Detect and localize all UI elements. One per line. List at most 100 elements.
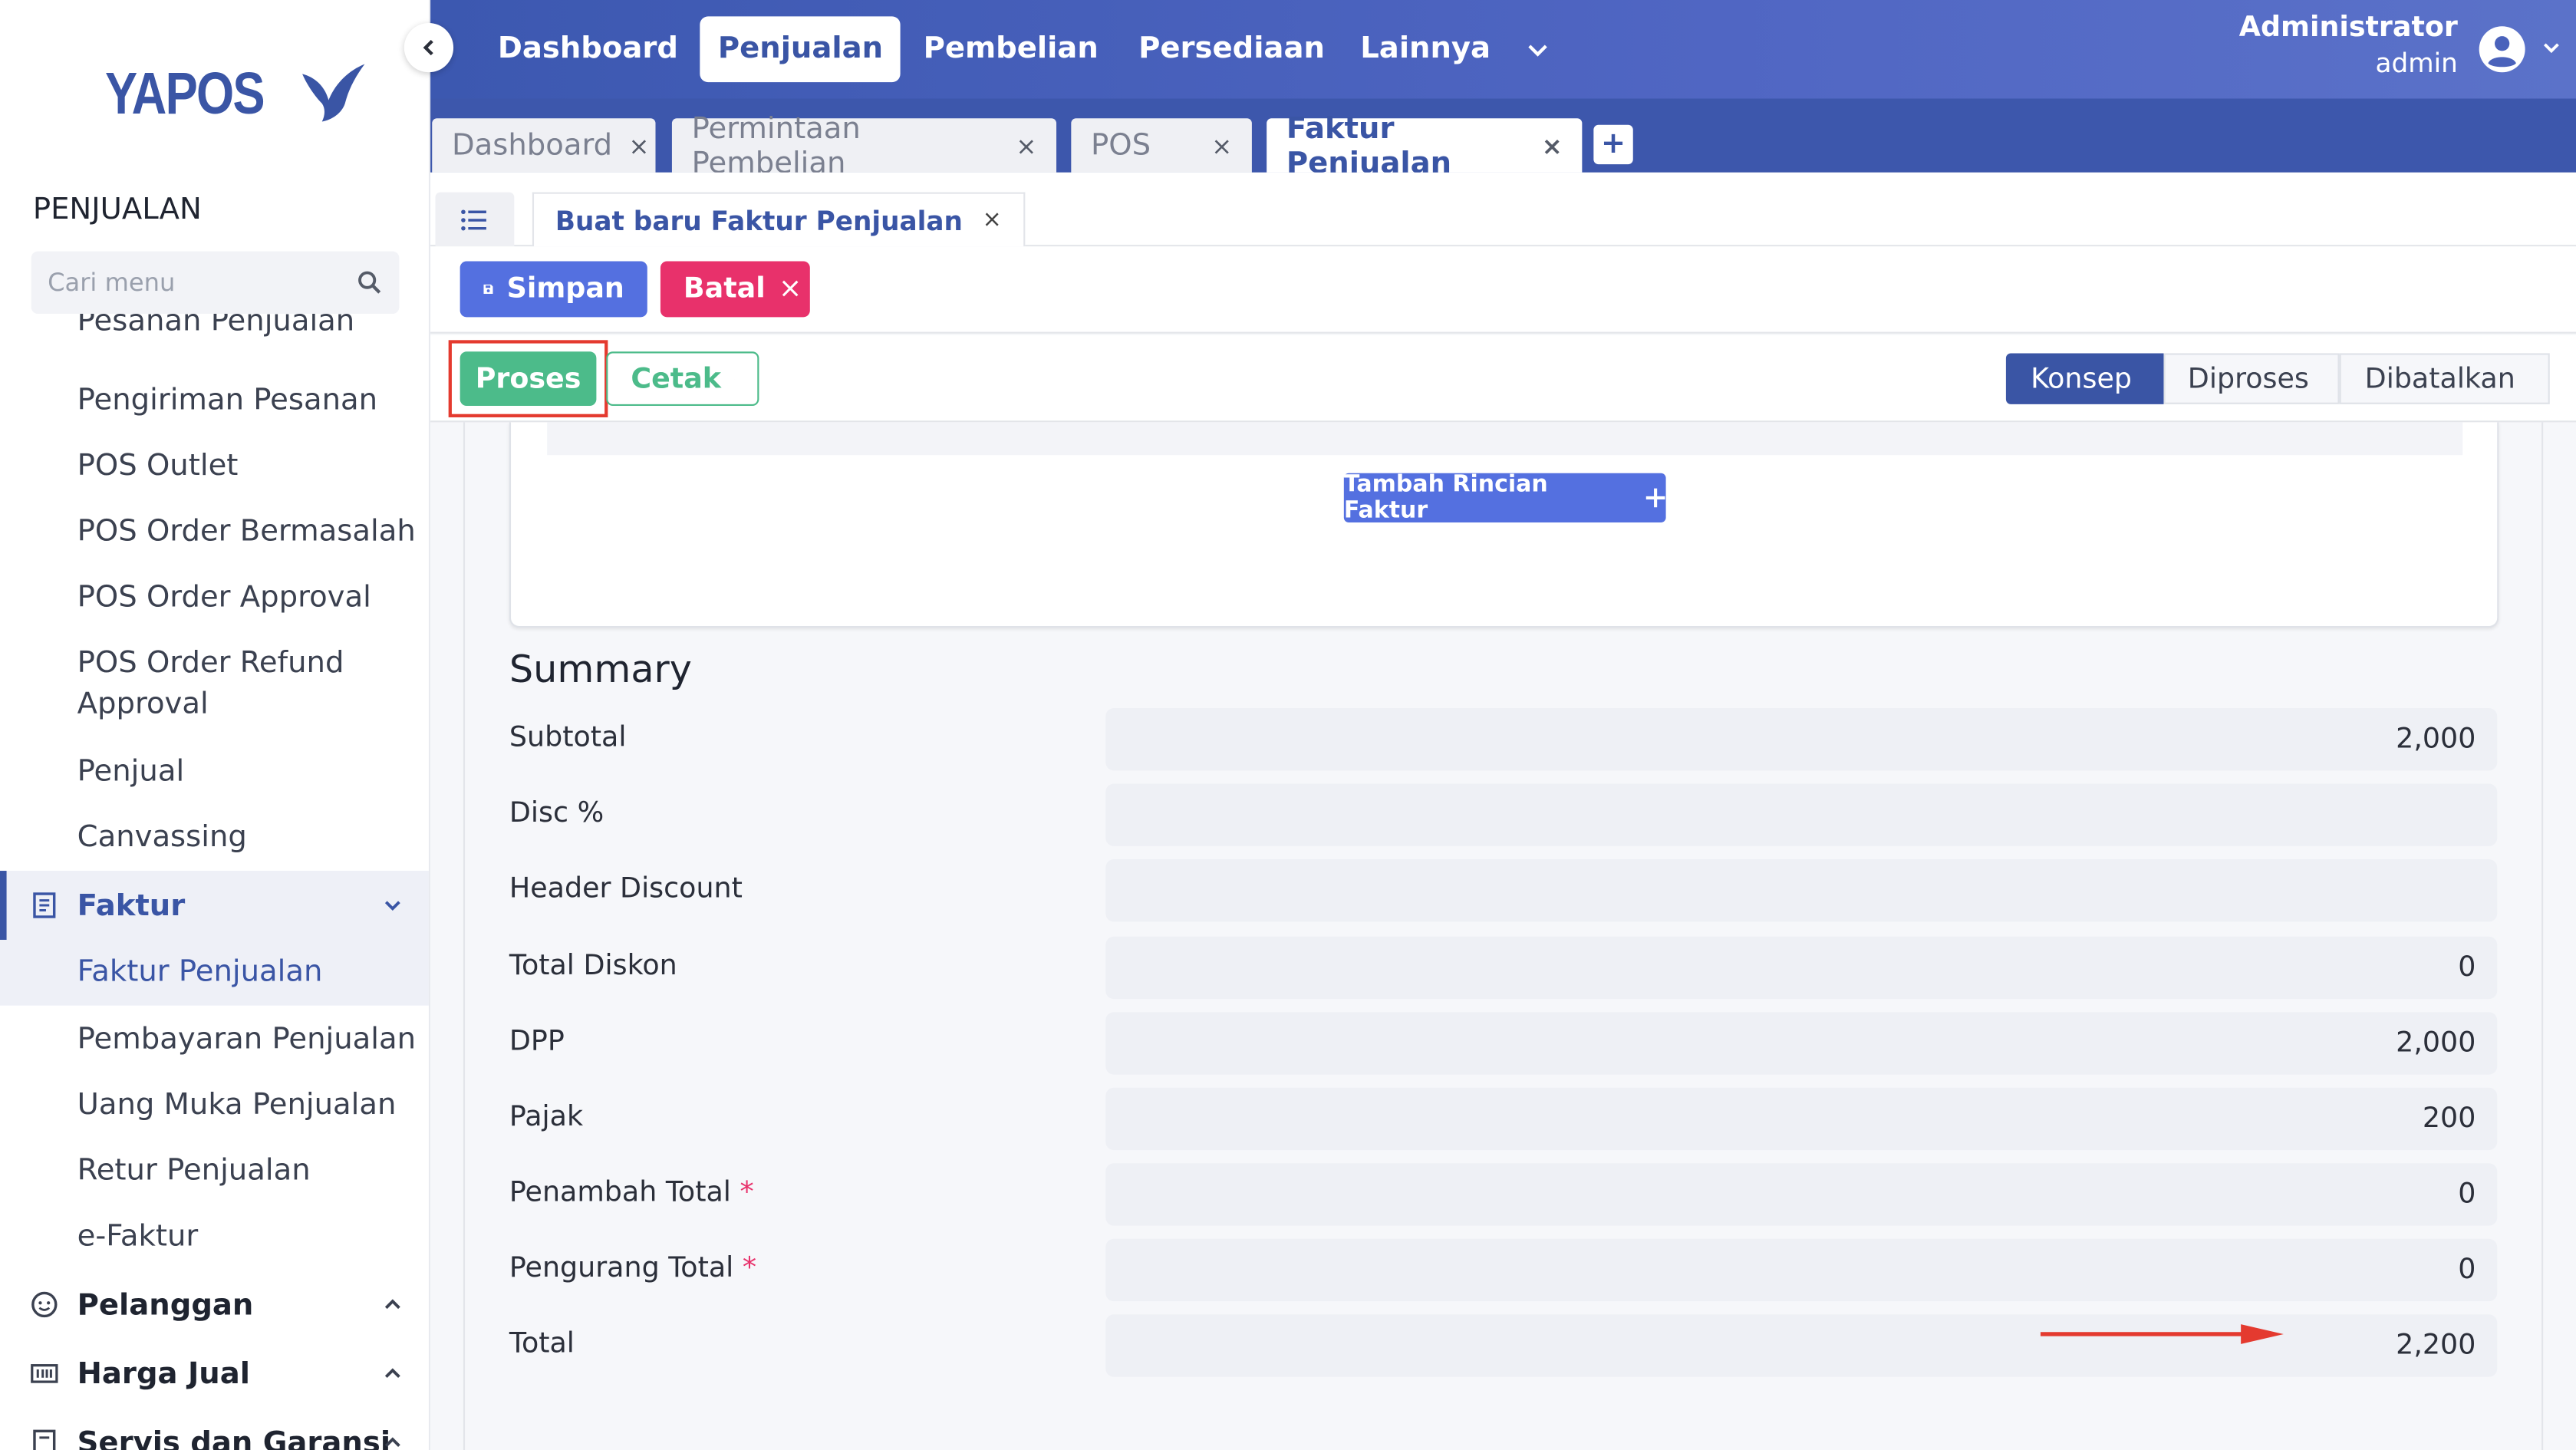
status-step-diproses: Diproses [2163,353,2340,404]
cancel-label: Batal [683,272,766,306]
total-field[interactable]: 2,200 [1105,1314,2498,1377]
status-step-konsep: Konsep [2005,353,2163,404]
sidebar-section-title: PENJUALAN [32,192,202,227]
sidebar-item-retur-penjualan[interactable]: Retur Penjualan [77,1150,311,1191]
floppy-disk-icon [483,284,493,294]
annotation-highlight-box [448,340,608,417]
dpp-field[interactable]: 2,000 [1105,1012,2498,1075]
open-tabs-bar: Dashboard × Permintaan Pembelian × POS ×… [430,98,2576,180]
menu-search[interactable]: Cari menu [31,251,400,315]
nav-dashboard[interactable]: Dashboard [479,16,696,82]
tax-field[interactable]: 200 [1105,1087,2498,1151]
close-icon[interactable]: × [1542,130,1563,160]
tab-label: Faktur Penjualan [1286,110,1452,180]
app-root: YAPOS PENJUALAN Cari menu Pesanan Penjua… [0,0,2576,1450]
sidebar-collapse-button[interactable] [404,22,454,73]
close-icon[interactable]: × [983,207,1002,233]
sidebar: YAPOS PENJUALAN Cari menu Pesanan Penjua… [0,0,431,1450]
document-icon [33,1429,56,1450]
sidebar-item-pembayaran-penjualan[interactable]: Pembayaran Penjualan [77,1019,416,1060]
close-icon[interactable]: × [1016,130,1036,160]
save-button[interactable]: Simpan [460,261,647,318]
sidebar-item-penjual[interactable]: Penjual [77,751,185,793]
summary-title: Summary [509,648,692,692]
nav-lainnya[interactable]: Lainnya [1342,16,1509,82]
list-view-button[interactable] [435,192,515,247]
invoice-details-card: Tambah Rincian Faktur [509,422,2499,628]
open-tab-dashboard[interactable]: Dashboard × [432,118,656,173]
close-icon[interactable]: × [1211,130,1232,160]
summary-label: Disc % [509,796,604,830]
tab-label: POS [1091,128,1151,163]
summary-label: Pajak [509,1100,584,1134]
summary-label: DPP [509,1025,565,1059]
user-role: admin [2375,48,2458,79]
sidebar-item-uang-muka-penjualan[interactable]: Uang Muka Penjualan [77,1084,397,1125]
user-info[interactable]: Administrator admin [2239,10,2458,82]
sidebar-item-canvassing[interactable]: Canvassing [77,816,247,858]
addition-total-field[interactable]: 0 [1105,1163,2498,1226]
sidebar-group-label: Servis dan Garansi [77,1425,391,1450]
user-name: Administrator [2238,11,2458,44]
nav-persediaan[interactable]: Persediaan [1121,16,1343,82]
sidebar-item-e-faktur[interactable]: e-Faktur [77,1216,199,1257]
sidebar-group-pelanggan[interactable]: Pelanggan [0,1270,429,1339]
brand-logo[interactable]: YAPOS [105,59,367,128]
summary-label: Header Discount [509,872,743,906]
subtab-buat-baru-faktur[interactable]: Buat baru Faktur Penjualan × [532,192,1025,247]
status-step-dibatalkan: Dibatalkan [2340,353,2550,404]
summary-row-total-diskon: Total Diskon 0 [509,936,2498,1000]
summary-row-subtotal: Subtotal 2,000 [509,708,2498,771]
open-tab-permintaan-pembelian[interactable]: Permintaan Pembelian × [671,111,1057,180]
open-tab-pos[interactable]: POS × [1071,118,1252,173]
add-tab-button[interactable]: + [1593,124,1633,165]
sidebar-group-harga-jual[interactable]: Harga Jual [0,1339,429,1408]
nav-penjualan[interactable]: Penjualan [700,16,901,83]
required-mark: * [740,1176,754,1210]
chevron-down-icon [384,901,400,911]
nav-pembelian[interactable]: Pembelian [905,16,1116,82]
header-discount-field[interactable] [1105,859,2498,922]
chevron-down-icon[interactable] [2540,36,2563,59]
chevron-up-icon [384,1299,400,1310]
sidebar-item-pos-order-refund-approval[interactable]: POS Order Refund Approval [77,642,406,724]
close-icon[interactable]: × [628,130,649,160]
sidebar-group-label: Faktur [77,888,186,923]
summary-row-penambah-total: Penambah Total * 0 [509,1163,2498,1226]
chevron-left-icon [423,40,433,56]
sidebar-item-faktur-penjualan[interactable]: Faktur Penjualan [0,939,429,1006]
sidebar-group-label: Pelanggan [77,1287,254,1322]
sidebar-item-pesanan-penjualan[interactable]: Pesanan Penjualan [77,314,355,350]
form-toolbar: Simpan Batal × [430,246,2576,334]
sub-tabs: Buat baru Faktur Penjualan × [430,172,2576,247]
sidebar-group-faktur[interactable]: Faktur [0,871,429,940]
sidebar-item-pos-order-approval[interactable]: POS Order Approval [77,577,371,618]
chevron-up-icon [384,1368,400,1379]
status-steps: Konsep Diproses Dibatalkan [2005,353,2550,404]
print-button[interactable]: Cetak [606,351,759,406]
required-mark: * [742,1251,757,1285]
sidebar-item-pos-outlet[interactable]: POS Outlet [77,445,239,486]
open-tab-faktur-penjualan[interactable]: Faktur Penjualan × [1267,111,1583,180]
add-invoice-detail-button[interactable]: Tambah Rincian Faktur [1343,472,1666,524]
chevron-up-icon [384,1437,400,1447]
top-nav: Dashboard Penjualan Pembelian Persediaan… [430,0,2576,99]
list-icon [461,209,486,230]
menu-search-input[interactable]: Cari menu [48,268,357,298]
summary-row-disc-percent: Disc % [509,783,2498,846]
cancel-button[interactable]: Batal × [660,261,810,318]
subtotal-field[interactable]: 2,000 [1105,708,2498,771]
detail-table-footer [547,422,2463,456]
sidebar-item-pengiriman-pesanan[interactable]: Pengiriman Pesanan [77,380,377,421]
deduction-total-field[interactable]: 0 [1105,1238,2498,1302]
disc-percent-field[interactable] [1105,783,2498,846]
user-avatar-icon[interactable] [2478,25,2527,74]
chevron-down-icon[interactable] [1524,36,1550,62]
plus-icon [1645,488,1665,508]
summary-row-pengurang-total: Pengurang Total * 0 [509,1238,2498,1302]
total-discount-field[interactable]: 0 [1105,936,2498,1000]
sidebar-group-servis-garansi[interactable]: Servis dan Garansi [0,1408,429,1450]
workflow-toolbar: Proses Cetak Konsep Diproses Dibatalkan [430,334,2576,423]
summary-row-pajak: Pajak 200 [509,1087,2498,1151]
sidebar-item-pos-order-bermasalah[interactable]: POS Order Bermasalah [77,511,416,552]
